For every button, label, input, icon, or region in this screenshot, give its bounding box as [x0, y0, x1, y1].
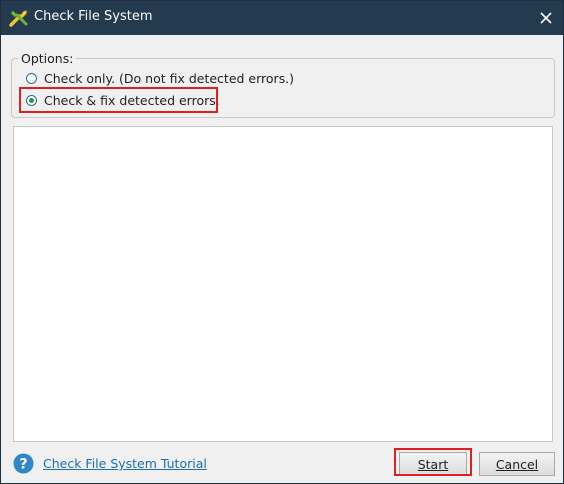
- check-file-system-dialog: Check File System Options: Check only. (…: [0, 0, 564, 484]
- tutorial-link[interactable]: Check File System Tutorial: [43, 456, 207, 471]
- radio-label: Check & fix detected errors.: [44, 92, 220, 108]
- svg-text:?: ?: [19, 457, 27, 473]
- radio-button-selected[interactable]: [26, 94, 37, 106]
- radio-label: Check only. (Do not fix detected errors.…: [44, 70, 295, 86]
- close-icon: [540, 12, 552, 24]
- window-title: Check File System: [34, 9, 153, 24]
- options-group: [11, 58, 555, 118]
- radio-check-and-fix[interactable]: Check & fix detected errors.: [26, 91, 220, 109]
- options-legend: Options:: [18, 51, 77, 66]
- start-button[interactable]: Start: [399, 452, 467, 476]
- radio-check-only[interactable]: Check only. (Do not fix detected errors.…: [26, 69, 294, 87]
- title-bar[interactable]: Check File System: [1, 1, 563, 35]
- output-area: [13, 126, 553, 442]
- wrench-screwdriver-icon: [9, 10, 28, 27]
- start-button-label: Start: [417, 456, 449, 472]
- cancel-button[interactable]: Cancel: [479, 452, 555, 476]
- cancel-button-label: Cancel: [495, 456, 539, 472]
- radio-button[interactable]: [26, 72, 37, 84]
- question-circle-icon[interactable]: ?: [13, 453, 34, 474]
- close-button[interactable]: [529, 1, 563, 35]
